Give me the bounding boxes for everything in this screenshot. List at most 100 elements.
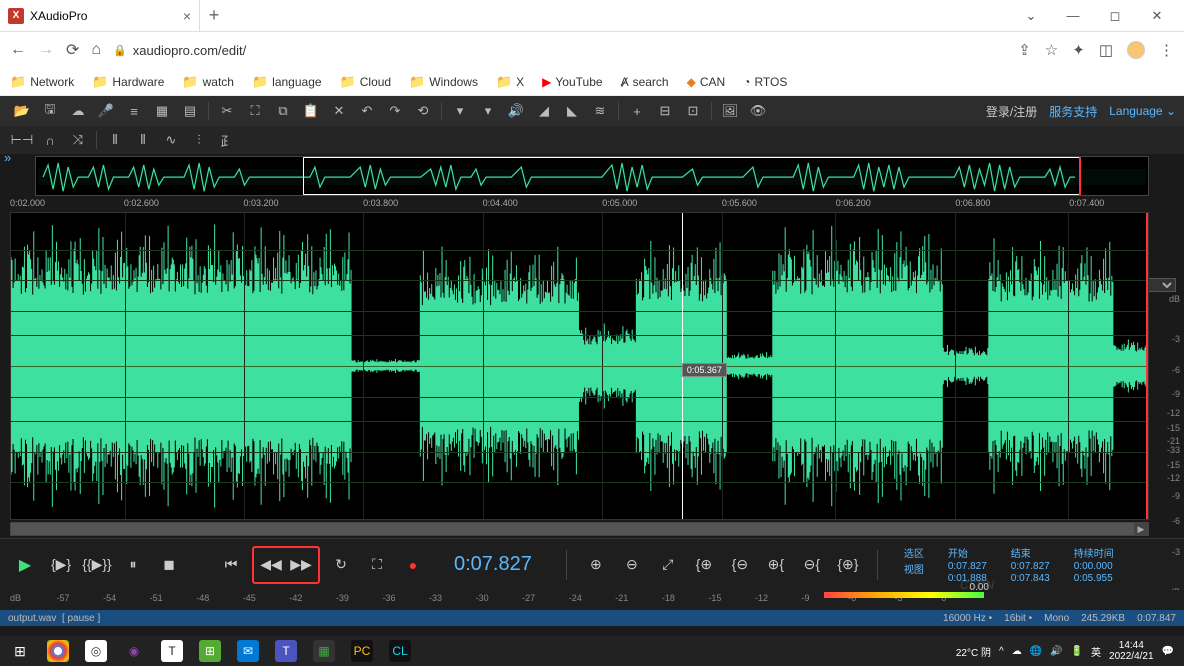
skip-start-button[interactable]: ⏮ — [216, 550, 246, 580]
taskbar-chrome-icon[interactable] — [40, 637, 76, 665]
window-icon[interactable]: ▦ — [148, 97, 176, 125]
bookmark-x[interactable]: 📁X — [496, 74, 524, 90]
tray-battery-icon[interactable]: 🔋 — [1071, 646, 1083, 657]
image-icon[interactable]: 🖼 — [716, 97, 744, 125]
support-link[interactable]: 服务支持 — [1049, 103, 1097, 120]
wave-icon[interactable]: ∿ — [157, 126, 185, 154]
redo-icon[interactable]: ↷ — [381, 97, 409, 125]
add-icon[interactable]: + — [623, 97, 651, 125]
new-tab-button[interactable]: + — [200, 5, 228, 26]
taskbar-teams-icon[interactable]: T — [268, 637, 304, 665]
scrollbar-thumb[interactable] — [11, 523, 1148, 535]
zoom-end-button[interactable]: ⊖{ — [797, 550, 827, 580]
marker-icon[interactable]: ⊢⊣ — [8, 126, 36, 154]
fullscreen-button[interactable]: ⛶ — [362, 550, 392, 580]
url-field[interactable]: 🔒 xaudiopro.com/edit/ — [113, 43, 1006, 58]
record-button[interactable]: ● — [398, 550, 428, 580]
spectrum-icon[interactable]: ⫶ — [185, 126, 213, 154]
stop-button[interactable]: ◼ — [154, 550, 184, 580]
bookmark-can[interactable]: ◆CAN — [687, 75, 726, 89]
star-icon[interactable]: ☆ — [1045, 41, 1058, 59]
window-maximize-icon[interactable]: ◻ — [1096, 8, 1134, 24]
sidepanel-icon[interactable]: ◫ — [1099, 41, 1113, 59]
taskbar-app3-icon[interactable]: T — [154, 637, 190, 665]
window-minimize-icon[interactable]: — — [1054, 8, 1092, 24]
overview-waveform[interactable] — [35, 156, 1149, 196]
mic-icon[interactable]: 🎤 — [92, 97, 120, 125]
bookmark-search[interactable]: Ⱥsearch — [621, 75, 669, 89]
cut-icon[interactable]: ✂ — [213, 97, 241, 125]
scroll-right-icon[interactable]: ▶ — [1134, 523, 1148, 535]
play-button[interactable]: ▶ — [10, 550, 40, 580]
dropdown1-icon[interactable]: ▾ — [446, 97, 474, 125]
fast-forward-button[interactable]: ▶▶ — [286, 550, 316, 580]
bookmark-network[interactable]: 📁Network — [10, 74, 74, 90]
taskbar-pycharm-icon[interactable]: PC — [344, 637, 380, 665]
tray-chevron-icon[interactable]: ^ — [999, 646, 1004, 657]
bookmark-youtube[interactable]: ▶YouTube — [542, 75, 602, 89]
fade-out-icon[interactable]: ◣ — [558, 97, 586, 125]
copy-icon[interactable]: ⧉ — [269, 97, 297, 125]
loop-toggle-button[interactable]: ↻ — [326, 550, 356, 580]
bookmark-hardware[interactable]: 📁Hardware — [92, 74, 164, 90]
paste-icon[interactable]: 📋 — [297, 97, 325, 125]
weather-widget[interactable]: 22°C 阴 — [956, 644, 991, 659]
horizontal-scrollbar[interactable]: ◀ ▶ — [10, 522, 1149, 536]
db-dropdown[interactable] — [1146, 278, 1176, 292]
zoom-start-button[interactable]: ⊕{ — [761, 550, 791, 580]
crop-icon[interactable]: ⛶ — [241, 97, 269, 125]
volume-icon[interactable]: 🔊 — [502, 97, 530, 125]
shuffle-icon[interactable]: ⤨ — [64, 126, 92, 154]
eq-icon[interactable]: ⫴ — [129, 126, 157, 154]
tray-clock[interactable]: 14:44 2022/4/21 — [1109, 640, 1154, 662]
back-button[interactable]: ← — [10, 41, 26, 59]
share-icon[interactable]: ⇪ — [1018, 41, 1031, 59]
tool1-icon[interactable]: ⊟ — [651, 97, 679, 125]
delete-icon[interactable]: ✕ — [325, 97, 353, 125]
extensions-icon[interactable]: ✦ — [1072, 41, 1085, 59]
taskbar-clion-icon[interactable]: CL — [382, 637, 418, 665]
taskbar-app1-icon[interactable]: ◎ — [78, 637, 114, 665]
tray-notifications-icon[interactable]: 💬 — [1162, 646, 1174, 657]
cloud-icon[interactable]: ☁ — [64, 97, 92, 125]
tool2-icon[interactable]: ⊡ — [679, 97, 707, 125]
fade-in-icon[interactable]: ◢ — [530, 97, 558, 125]
zoom-in-button[interactable]: ⊕ — [581, 550, 611, 580]
window-close-icon[interactable]: ✕ — [1138, 8, 1176, 24]
time-ruler[interactable]: 0:02.000 0:02.600 0:03.200 0:03.800 0:04… — [10, 198, 1149, 212]
play-loop-button[interactable]: {{▶}} — [82, 550, 112, 580]
bars-icon[interactable]: ⦀ — [101, 126, 129, 154]
login-link[interactable]: 登录/注册 — [986, 103, 1037, 120]
forward-button[interactable]: → — [38, 41, 54, 59]
tray-network-icon[interactable]: 🌐 — [1030, 646, 1042, 657]
pause-button[interactable]: ⏸ — [118, 550, 148, 580]
panel-icon[interactable]: ▤ — [176, 97, 204, 125]
rewind-button[interactable]: ◀◀ — [256, 550, 286, 580]
home-button[interactable]: ⌂ — [91, 41, 101, 59]
bookmark-rtos[interactable]: ◔RTOS — [743, 75, 787, 89]
zoom-all-button[interactable]: {⊕} — [833, 550, 863, 580]
undo-icon[interactable]: ↶ — [353, 97, 381, 125]
loop-icon[interactable]: ∩ — [36, 126, 64, 154]
expand-sidebar-icon[interactable]: » — [4, 150, 11, 165]
taskbar-app5-icon[interactable]: ▦ — [306, 637, 342, 665]
zoom-sel-out-button[interactable]: {⊖ — [725, 550, 755, 580]
zoom-fit-button[interactable]: ⤢ — [653, 550, 683, 580]
menu-icon[interactable]: ⋮ — [1159, 41, 1174, 59]
taskbar-app2-icon[interactable]: ◉ — [116, 637, 152, 665]
list-icon[interactable]: ≡ — [120, 97, 148, 125]
window-restore-down-icon[interactable]: ⌄ — [1012, 8, 1050, 24]
bookmark-cloud[interactable]: 📁Cloud — [340, 74, 392, 90]
open-icon[interactable]: 📂 — [8, 97, 36, 125]
taskbar-outlook-icon[interactable]: ✉ — [230, 637, 266, 665]
preview-icon[interactable]: 👁 — [744, 97, 772, 125]
pulse-icon[interactable]: ⺪ — [213, 126, 241, 154]
browser-tab[interactable]: X XAudioPro × — [0, 0, 200, 32]
tray-volume-icon[interactable]: 🔊 — [1050, 646, 1062, 657]
tray-ime-icon[interactable]: 英 — [1091, 644, 1101, 659]
overview-selection[interactable] — [303, 157, 1081, 195]
close-tab-icon[interactable]: × — [183, 8, 191, 24]
refresh-icon[interactable]: ⟲ — [409, 97, 437, 125]
bookmark-language[interactable]: 📁language — [252, 74, 322, 90]
start-button[interactable]: ⊞ — [2, 637, 38, 665]
